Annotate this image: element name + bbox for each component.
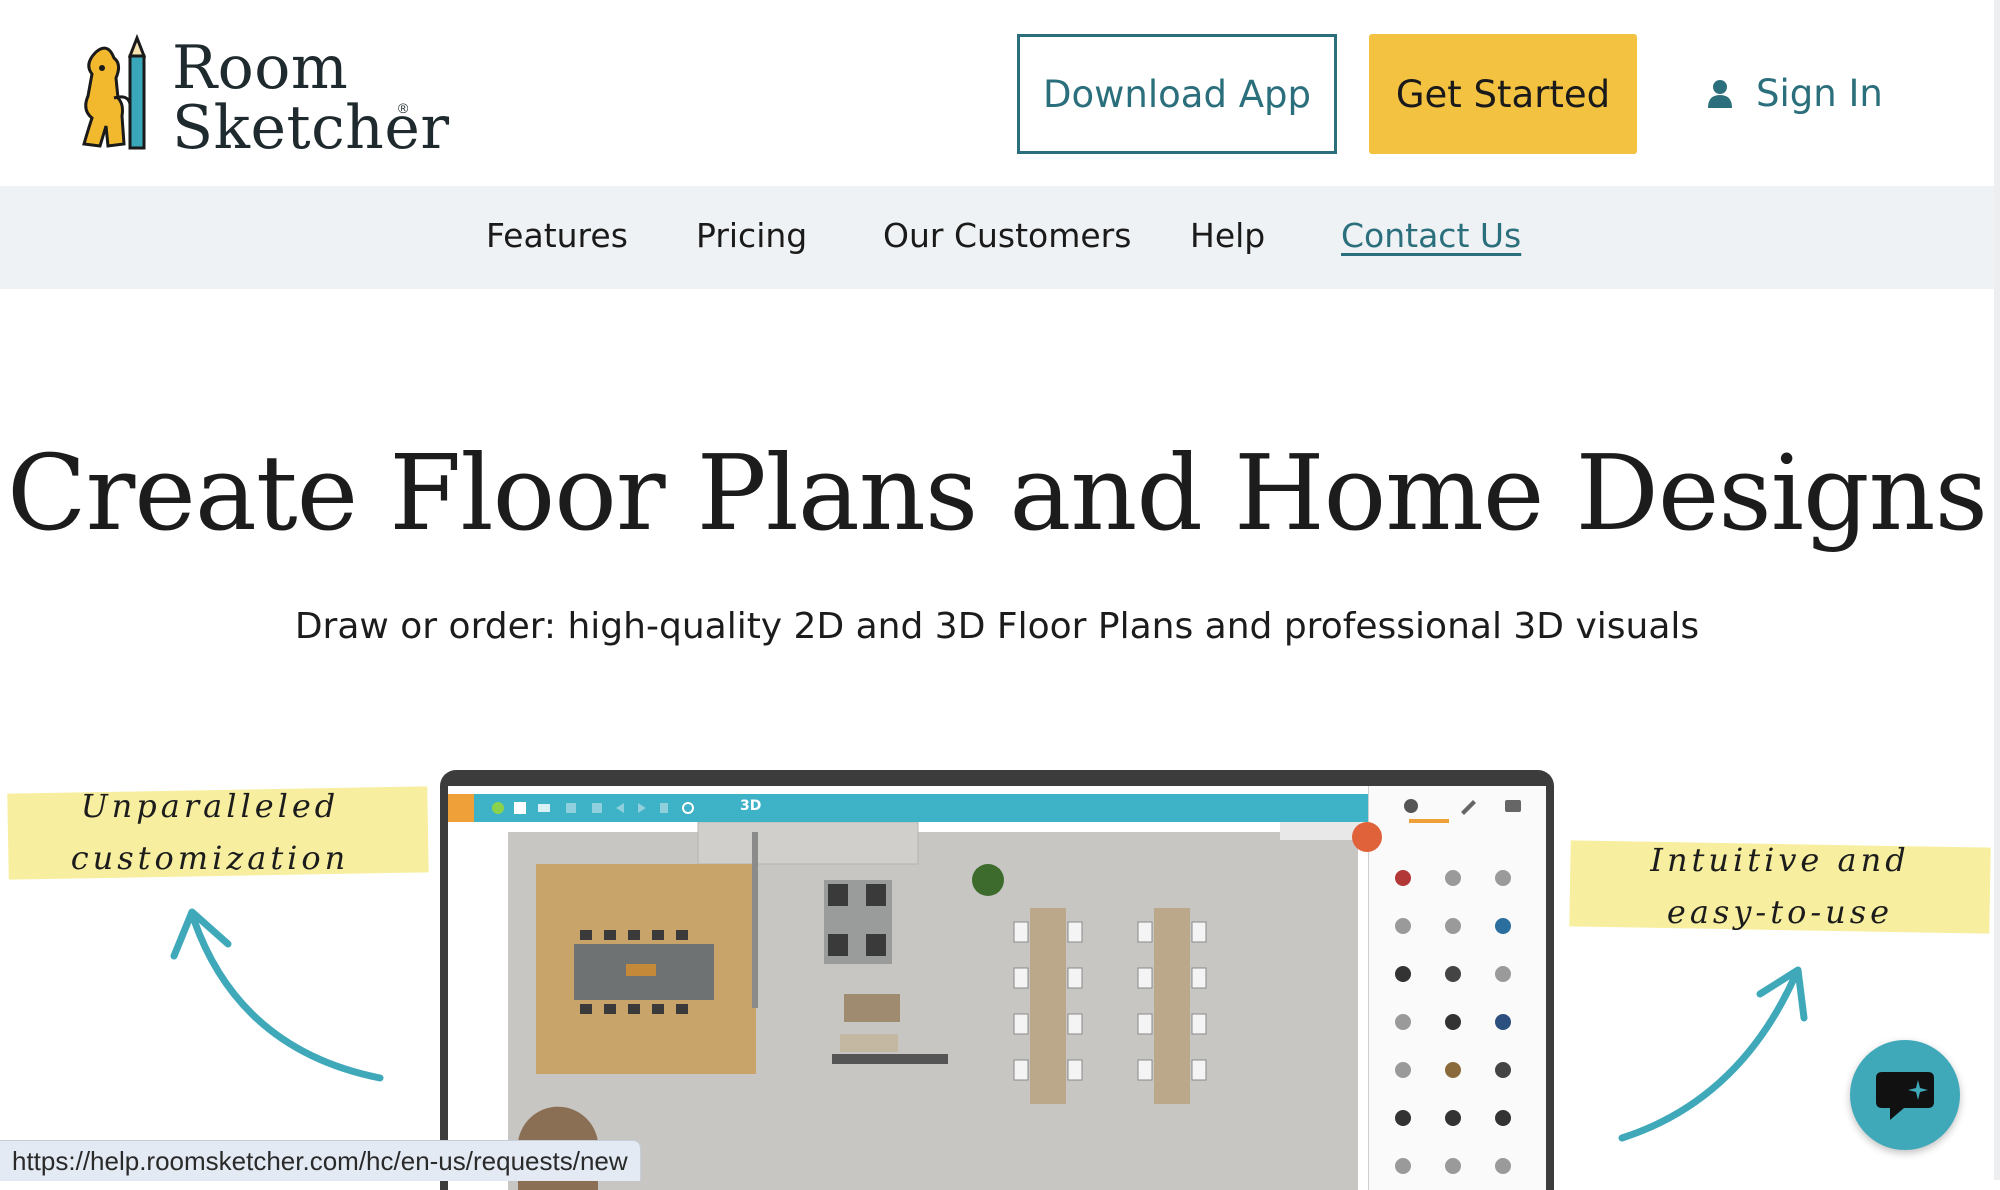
floor-plan-canvas bbox=[448, 812, 1368, 1190]
nav-features[interactable]: Features bbox=[486, 216, 628, 255]
nav-our-customers[interactable]: Our Customers bbox=[883, 216, 1131, 255]
callout-right-text: Intuitive and easy-to-use bbox=[1600, 834, 1960, 938]
app-preview-screen: 3D bbox=[448, 786, 1546, 1190]
sign-in-label: Sign In bbox=[1756, 71, 1883, 115]
panel-tabs bbox=[1404, 799, 1521, 823]
download-app-button[interactable]: Download App bbox=[1017, 34, 1337, 154]
nav-help[interactable]: Help bbox=[1190, 216, 1265, 255]
object-library-panel[interactable] bbox=[1368, 786, 1546, 1190]
logo-line-room: Room bbox=[172, 33, 349, 103]
sign-in-link[interactable]: Sign In bbox=[1706, 60, 1883, 126]
callout-right-line2: easy-to-use bbox=[1666, 893, 1894, 931]
curved-arrow-icon bbox=[1618, 966, 1808, 1142]
window-right-edge bbox=[1994, 0, 2000, 1180]
user-icon bbox=[1708, 80, 1732, 108]
logo-wordmark: Room Sketcher bbox=[172, 38, 450, 158]
help-avatar-icon[interactable] bbox=[1352, 822, 1382, 852]
chair-thumbnails bbox=[1395, 870, 1511, 1174]
logo-mascot-icon bbox=[82, 34, 147, 150]
callout-right-line1: Intuitive and bbox=[1650, 841, 1910, 879]
main-nav: Features Pricing Our Customers Help Cont… bbox=[0, 186, 1994, 289]
app-preview-device: 3D bbox=[440, 770, 1554, 1190]
registered-mark: ® bbox=[398, 100, 409, 116]
floor-plan-drawing bbox=[508, 812, 1360, 1190]
chat-sparkle-icon bbox=[1876, 1072, 1934, 1120]
app-toolbar: 3D bbox=[448, 794, 1368, 822]
roomsketcher-logo[interactable]: Room Sketcher ® bbox=[78, 30, 449, 160]
hero-title: Create Floor Plans and Home Designs bbox=[7, 432, 1988, 554]
hero-subtitle: Draw or order: high-quality 2D and 3D Fl… bbox=[294, 606, 1700, 647]
site-header: Room Sketcher ® Download App Get Started… bbox=[0, 0, 1994, 186]
toolbar-icons bbox=[492, 802, 694, 814]
toolbar-3d-label: 3D bbox=[740, 798, 762, 814]
callout-left-text: Unparalleled customization bbox=[30, 780, 390, 884]
get-started-button[interactable]: Get Started bbox=[1369, 34, 1637, 154]
curved-arrow-icon bbox=[170, 908, 384, 1082]
callout-customization: Unparalleled customization bbox=[0, 780, 440, 1100]
chat-button[interactable] bbox=[1850, 1040, 1960, 1150]
callout-left-line1: Unparalleled bbox=[80, 787, 340, 825]
link-status-url: https://help.roomsketcher.com/hc/en-us/r… bbox=[0, 1140, 641, 1181]
nav-contact-us[interactable]: Contact Us bbox=[1341, 216, 1521, 255]
callout-left-line2: customization bbox=[70, 839, 350, 877]
menu-icon bbox=[448, 794, 474, 822]
nav-pricing[interactable]: Pricing bbox=[696, 216, 807, 255]
